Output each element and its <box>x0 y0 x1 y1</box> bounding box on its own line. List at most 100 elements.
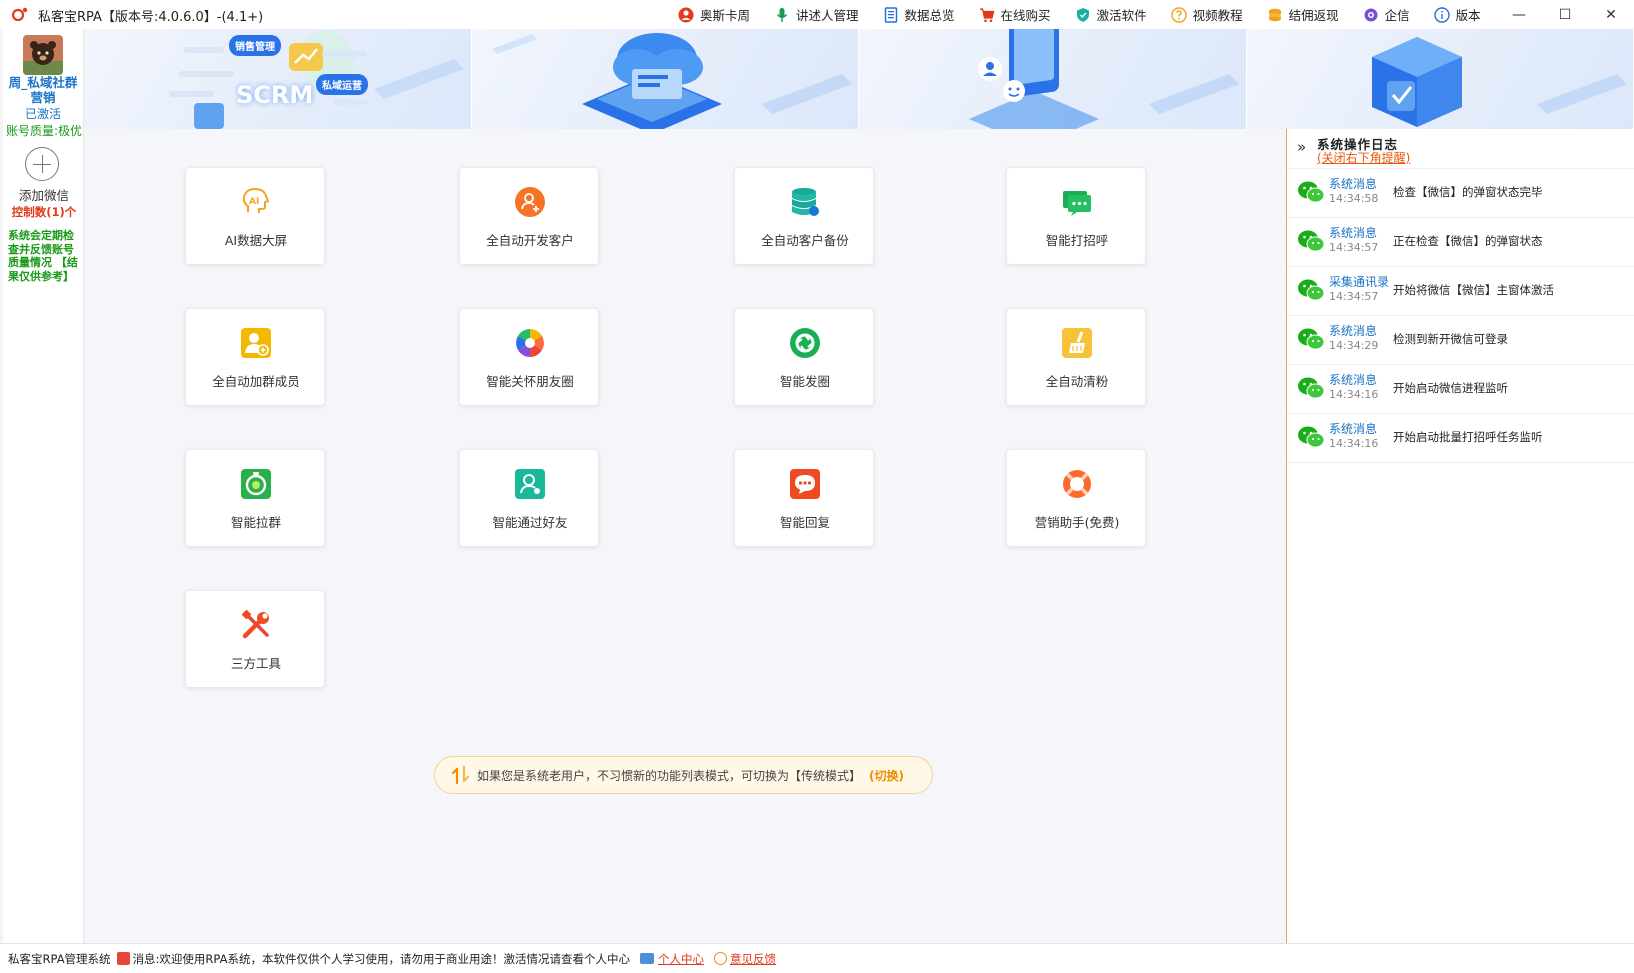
app-logo-icon <box>12 7 28 21</box>
menu-item-version[interactable]: 版本 <box>1433 0 1481 29</box>
avatar-image-icon <box>23 35 63 75</box>
log-message: 检查【微信】的弹窗状态完毕 <box>1393 185 1543 199</box>
close-reminder-link[interactable]: (关闭右下角提醒) <box>1317 149 1410 166</box>
menu-item-label: 版本 <box>1455 8 1481 23</box>
log-entry[interactable]: 系统消息 14:34:29 检测到新开微信可登录 <box>1287 316 1634 365</box>
close-button[interactable]: ✕ <box>1588 0 1634 29</box>
log-entry[interactable]: 系统消息 14:34:57 正在检查【微信】的弹窗状态 <box>1287 218 1634 267</box>
window-controls: — ☐ ✕ <box>1496 0 1634 29</box>
ai-brain-icon: AI <box>242 187 270 213</box>
wechat-icon <box>1298 279 1325 301</box>
feature-label: 营销助手(免费) <box>1034 515 1120 530</box>
account-quality: 账号质量:极优 <box>5 124 83 138</box>
menu-item-label: 视频教程 <box>1192 8 1243 23</box>
collapse-panel-icon[interactable]: » <box>1297 139 1313 155</box>
menu-item-enterprise[interactable]: 企信 <box>1363 0 1410 29</box>
feature-grid: AI AI数据大屏 全自动开发客户 全自动客户备份 智能打招呼 全自动加群成员 … <box>84 129 1286 943</box>
banner-scrm-text: SCRM <box>236 81 314 109</box>
maximize-button[interactable]: ☐ <box>1542 0 1588 29</box>
mode-switch-link[interactable]: (切换) <box>869 767 904 784</box>
feature-card-smart-pull-group[interactable]: 智能拉群 <box>185 449 325 547</box>
menu-item-label: 数据总览 <box>904 8 955 23</box>
log-entry[interactable]: 系统消息 14:34:16 开始启动批量打招呼任务监听 <box>1287 414 1634 463</box>
gear-icon <box>1364 8 1378 21</box>
menu-item-data-overview[interactable]: 数据总览 <box>883 0 955 29</box>
banner-panel-cloud[interactable] <box>471 29 859 129</box>
minimize-button[interactable]: — <box>1496 0 1542 29</box>
menu-item-label: 在线购买 <box>1000 8 1051 23</box>
log-time: 14:34:16 <box>1329 388 1379 401</box>
add-wechat-button[interactable] <box>25 147 59 181</box>
menu-item-buy-online[interactable]: 在线购买 <box>979 0 1051 29</box>
menu-item-commission[interactable]: 结佣返现 <box>1267 0 1339 29</box>
feature-card-auto-develop-customer[interactable]: 全自动开发客户 <box>459 167 599 265</box>
log-entry[interactable]: 系统消息 14:34:16 开始启动微信进程监听 <box>1287 365 1634 414</box>
avatar[interactable] <box>23 35 63 75</box>
feature-card-third-party-tools[interactable]: 三方工具 <box>185 590 325 688</box>
log-entry[interactable]: 采集通讯录 14:34:57 开始将微信【微信】主窗体激活 <box>1287 267 1634 316</box>
status-system-name: 私客宝RPA管理系统 <box>8 951 111 966</box>
log-category: 系统消息 <box>1329 324 1378 338</box>
log-time: 14:34:57 <box>1329 290 1379 303</box>
account-sidebar: 周_私域社群营销 已激活 账号质量:极优 添加微信 控制数(1)个 系统会定期检… <box>0 29 84 943</box>
feedback-link[interactable]: 意见反馈 <box>730 951 776 967</box>
log-category: 系统消息 <box>1329 226 1378 240</box>
quality-note: 系统会定期检查并反馈账号质量情况 【结果仅供参考】 <box>8 229 78 283</box>
friend-accept-icon <box>515 469 545 499</box>
status-bar: 私客宝RPA管理系统 消息:欢迎使用RPA系统，本软件仅供个人学习使用，请勿用于… <box>0 943 1634 973</box>
log-time: 14:34:58 <box>1329 192 1379 205</box>
feature-card-marketing-assistant[interactable]: 营销助手(免费) <box>1006 449 1146 547</box>
microphone-icon <box>776 7 788 22</box>
sidebar-edge <box>0 29 3 943</box>
menu-item-account[interactable]: 奥斯卡周 <box>678 0 750 29</box>
feature-card-smart-moments-post[interactable]: 智能发圈 <box>734 308 874 406</box>
feature-label: 智能打招呼 <box>1045 233 1109 248</box>
top-menu: 奥斯卡周 讲述人管理 数据总览 在线购买 激活软件 视频教程 结佣返现 企信 版… <box>678 0 1505 29</box>
banner-panel-mobile[interactable] <box>859 29 1247 129</box>
log-category: 系统消息 <box>1329 177 1378 191</box>
title-bar: 私客宝RPA【版本号:4.0.6.0】-(4.1+) 奥斯卡周 讲述人管理 数据… <box>0 0 1634 29</box>
group-add-icon <box>241 328 271 358</box>
chat-bubble-icon <box>1063 191 1091 216</box>
banner-panel-scrm[interactable]: 销售管理 私域运营 SCRM <box>84 29 472 129</box>
personal-center-link[interactable]: 个人中心 <box>658 951 704 967</box>
database-icon <box>792 188 819 216</box>
feature-card-smart-reply[interactable]: 智能回复 <box>734 449 874 547</box>
menu-item-label: 讲述人管理 <box>796 8 859 23</box>
feature-card-ai-dashboard[interactable]: AI AI数据大屏 <box>185 167 325 265</box>
control-count: 控制数(1)个 <box>11 205 77 219</box>
add-user-icon <box>515 187 545 217</box>
banner-panel-security[interactable] <box>1246 29 1634 129</box>
log-message: 正在检查【微信】的弹窗状态 <box>1393 234 1543 248</box>
menu-item-label: 结佣返现 <box>1288 8 1339 23</box>
wechat-icon <box>1298 230 1325 252</box>
feature-card-smart-accept-friend[interactable]: 智能通过好友 <box>459 449 599 547</box>
cloud-server-icon <box>491 33 852 129</box>
feature-card-smart-greeting[interactable]: 智能打招呼 <box>1006 167 1146 265</box>
operation-log-panel: » 系统操作日志 (关闭右下角提醒) 系统消息 14:34:58 检查【微信】的… <box>1286 129 1634 943</box>
shield-icon <box>1076 7 1089 22</box>
log-entry[interactable]: 系统消息 14:34:58 检查【微信】的弹窗状态完毕 <box>1287 169 1634 218</box>
feature-label: 智能拉群 <box>230 515 281 530</box>
feature-card-smart-moments-care[interactable]: 智能关怀朋友圈 <box>459 308 599 406</box>
add-wechat-label[interactable]: 添加微信 <box>4 185 84 204</box>
menu-item-activate[interactable]: 激活软件 <box>1075 0 1147 29</box>
message-icon <box>116 952 130 965</box>
log-category: 系统消息 <box>1329 373 1378 387</box>
log-category: 采集通讯录 <box>1329 275 1390 289</box>
coins-icon <box>1268 8 1281 21</box>
feature-label: 智能通过好友 <box>492 515 568 530</box>
feature-label: AI数据大屏 <box>224 233 288 248</box>
menu-item-video-tutorial[interactable]: 视频教程 <box>1170 0 1243 29</box>
menu-item-narrator[interactable]: 讲述人管理 <box>774 0 859 29</box>
info-icon <box>1433 6 1450 23</box>
banner-tag-sales: 销售管理 <box>229 35 281 56</box>
feature-card-auto-clear-fans[interactable]: 全自动清粉 <box>1006 308 1146 406</box>
switch-arrows-icon <box>451 765 470 785</box>
lifebuoy-icon <box>1063 470 1091 498</box>
promo-banner: 销售管理 私域运营 SCRM <box>84 29 1634 129</box>
feature-card-auto-add-group-member[interactable]: 全自动加群成员 <box>185 308 325 406</box>
feature-card-auto-customer-backup[interactable]: 全自动客户备份 <box>734 167 874 265</box>
tools-icon <box>241 609 269 639</box>
account-name: 周_私域社群营销 <box>8 75 78 105</box>
